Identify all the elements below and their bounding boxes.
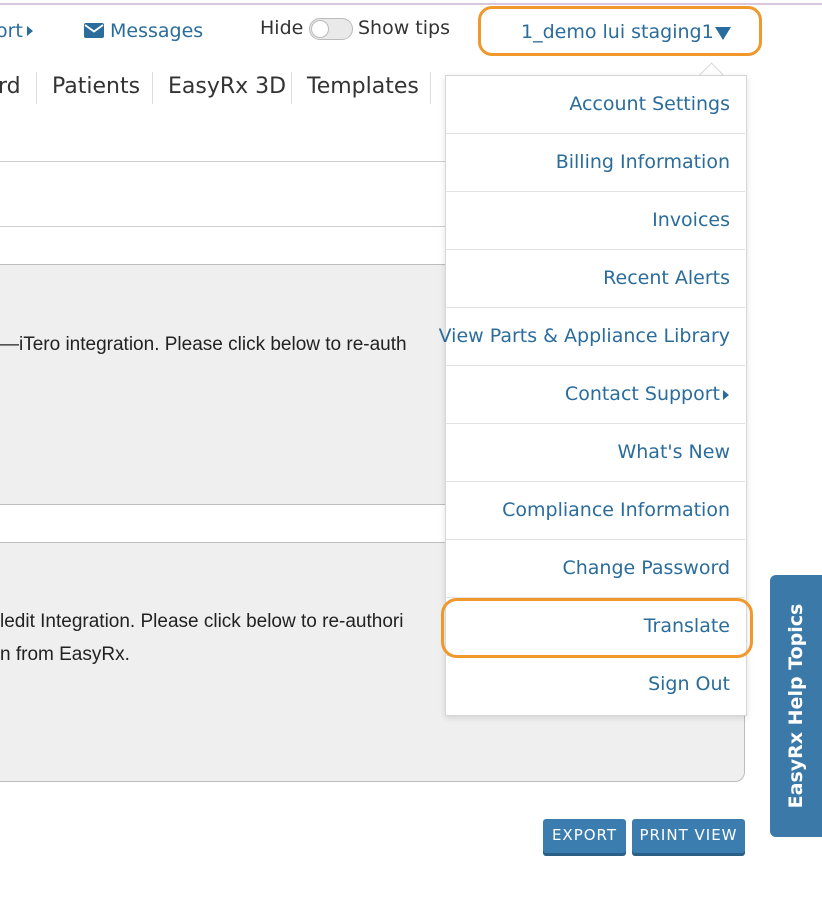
tab-templates[interactable]: Templates xyxy=(307,74,419,99)
help-topics-tab[interactable]: EasyRx Help Topics xyxy=(770,575,822,837)
menu-item-account-settings[interactable]: Account Settings xyxy=(446,76,745,134)
menu-item-label: Account Settings xyxy=(569,93,730,115)
menu-item-whats-new[interactable]: What's New xyxy=(446,424,745,482)
help-topics-label: EasyRx Help Topics xyxy=(785,603,807,809)
menu-item-change-password[interactable]: Change Password xyxy=(446,540,745,598)
translate-highlight xyxy=(441,598,753,658)
show-tips-label: Show tips xyxy=(358,17,450,39)
chevron-right-icon xyxy=(26,26,33,36)
menu-item-invoices[interactable]: Invoices xyxy=(446,192,745,250)
content-divider xyxy=(0,226,446,227)
medit-notice-text: ledit Integration. Please click below to… xyxy=(0,611,404,632)
menu-item-parts-library[interactable]: View Parts & Appliance Library xyxy=(439,308,745,366)
itero-notice-panel xyxy=(0,264,446,505)
content-divider xyxy=(0,161,446,162)
support-menu-link[interactable]: ort xyxy=(0,20,33,42)
tab-separator xyxy=(291,72,292,104)
tab-separator xyxy=(430,72,431,104)
account-dropdown-button[interactable]: 1_demo lui staging1 xyxy=(478,6,762,56)
menu-item-contact-support[interactable]: Contact Support xyxy=(446,366,745,424)
menu-item-recent-alerts[interactable]: Recent Alerts xyxy=(446,250,745,308)
menu-item-compliance-information[interactable]: Compliance Information xyxy=(446,482,745,540)
menu-item-label: Billing Information xyxy=(555,151,730,173)
tab-easyrx-3d[interactable]: EasyRx 3D xyxy=(168,74,286,99)
menu-item-billing-information[interactable]: Billing Information xyxy=(446,134,745,192)
tab-separator xyxy=(152,72,153,104)
menu-item-sign-out[interactable]: Sign Out xyxy=(446,656,745,714)
show-tips-toggle[interactable] xyxy=(309,18,353,40)
support-label: ort xyxy=(0,20,23,42)
messages-link[interactable]: Messages xyxy=(84,20,203,42)
itero-notice-text: —iTero integration. Please click below t… xyxy=(0,334,407,355)
hide-label: Hide xyxy=(260,17,304,39)
toggle-knob xyxy=(311,20,329,38)
account-name: 1_demo lui staging1 xyxy=(521,21,714,43)
top-divider xyxy=(0,3,822,5)
menu-item-label: View Parts & Appliance Library xyxy=(438,325,730,347)
menu-item-label: Invoices xyxy=(652,209,730,231)
menu-item-label: Compliance Information xyxy=(502,499,730,521)
export-button[interactable]: EXPORT xyxy=(543,819,626,853)
chevron-right-icon xyxy=(723,390,729,400)
menu-item-label: Recent Alerts xyxy=(603,267,730,289)
messages-label: Messages xyxy=(110,20,204,42)
tab-dashboard[interactable]: rd xyxy=(0,74,21,99)
menu-item-label: Contact Support xyxy=(564,383,720,405)
menu-item-label: Change Password xyxy=(562,557,730,579)
tab-patients[interactable]: Patients xyxy=(52,74,140,99)
menu-item-label: What's New xyxy=(617,441,730,463)
tab-separator xyxy=(36,72,37,104)
envelope-icon xyxy=(84,23,104,38)
medit-notice-text-2: n from EasyRx. xyxy=(0,644,130,665)
triangle-down-icon xyxy=(715,27,731,40)
menu-item-label: Sign Out xyxy=(648,673,730,695)
print-view-button[interactable]: PRINT VIEW xyxy=(632,819,745,853)
